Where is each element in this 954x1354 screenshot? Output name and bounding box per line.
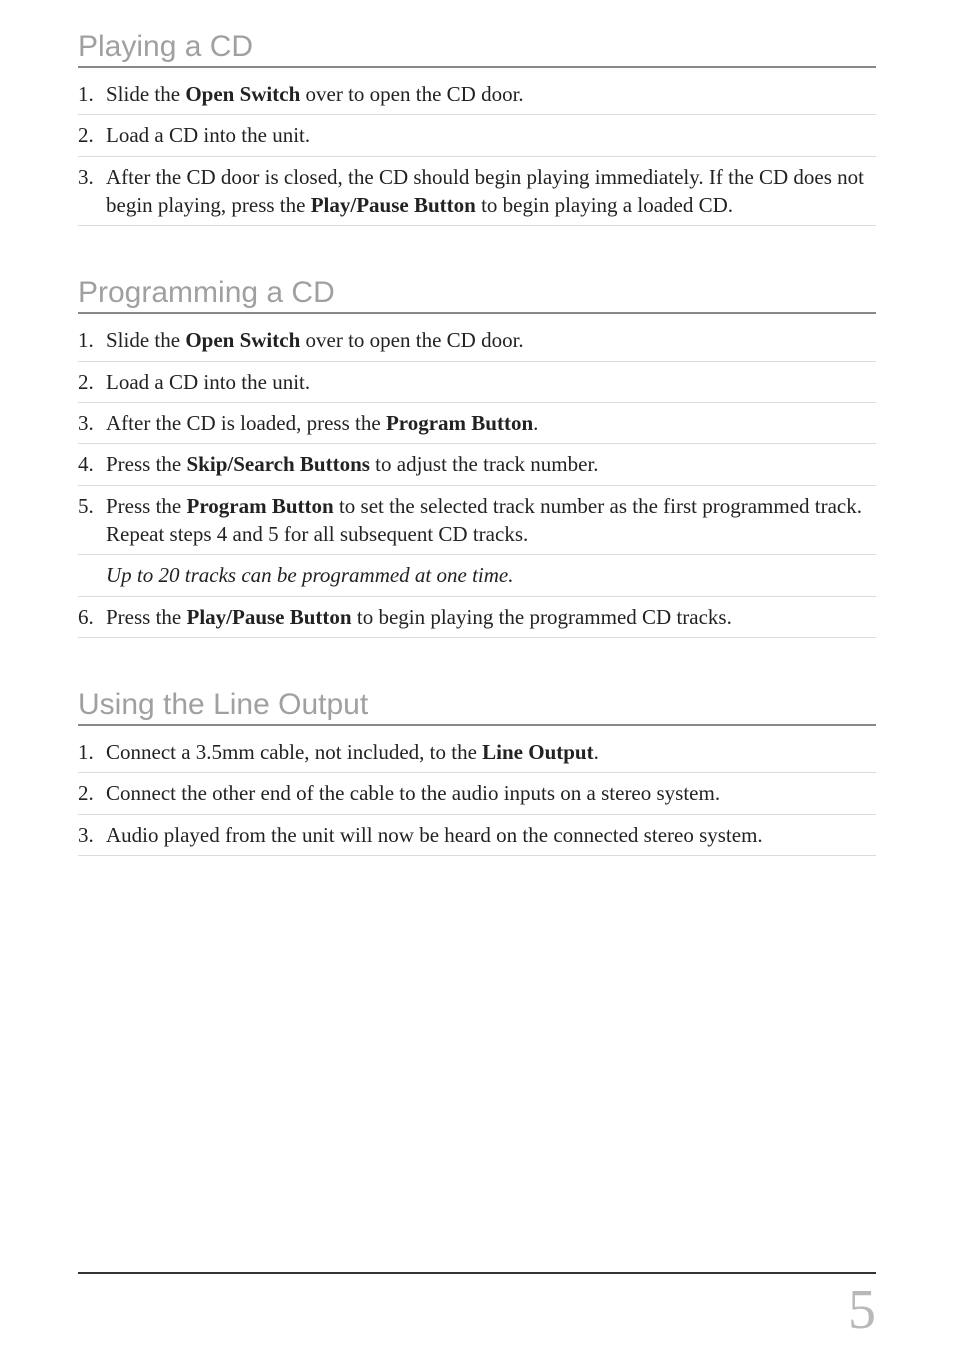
bold-term: Line Output bbox=[482, 740, 593, 764]
section: Using the Line Output Connect a 3.5mm cab… bbox=[78, 688, 876, 856]
text-run: . bbox=[594, 740, 599, 764]
section: Programming a CD Slide the Open Switch ov… bbox=[78, 276, 876, 638]
step-item: Load a CD into the unit. bbox=[78, 362, 876, 403]
bold-term: Program Button bbox=[187, 494, 334, 518]
text-run: over to open the CD door. bbox=[300, 328, 523, 352]
section: Playing a CD Slide the Open Switch over t… bbox=[78, 30, 876, 226]
step-item: Load a CD into the unit. bbox=[78, 115, 876, 156]
text-run: Audio played from the unit will now be h… bbox=[106, 823, 763, 847]
text-run: Connect a 3.5mm cable, not included, to … bbox=[106, 740, 482, 764]
step-item: Press the Program Button to set the sele… bbox=[78, 486, 876, 556]
text-run: Load a CD into the unit. bbox=[106, 370, 310, 394]
step-list: Slide the Open Switch over to open the C… bbox=[78, 74, 876, 226]
text-run: to adjust the track number. bbox=[370, 452, 599, 476]
text-run: over to open the CD door. bbox=[300, 82, 523, 106]
bold-term: Play/Pause Button bbox=[187, 605, 352, 629]
text-run: Slide the bbox=[106, 82, 185, 106]
page-number: 5 bbox=[848, 1278, 876, 1342]
bold-term: Program Button bbox=[386, 411, 533, 435]
step-list: Slide the Open Switch over to open the C… bbox=[78, 320, 876, 638]
bold-term: Skip/Search Buttons bbox=[187, 452, 370, 476]
step-item: Connect a 3.5mm cable, not included, to … bbox=[78, 732, 876, 773]
text-run: to begin playing a loaded CD. bbox=[476, 193, 733, 217]
step-item: Slide the Open Switch over to open the C… bbox=[78, 320, 876, 361]
note-row: Up to 20 tracks can be programmed at one… bbox=[78, 555, 876, 596]
text-run: Load a CD into the unit. bbox=[106, 123, 310, 147]
step-list: Connect a 3.5mm cable, not included, to … bbox=[78, 732, 876, 856]
step-item: After the CD is loaded, press the Progra… bbox=[78, 403, 876, 444]
text-run: After the CD is loaded, press the bbox=[106, 411, 386, 435]
bold-term: Open Switch bbox=[185, 82, 300, 106]
section-heading: Using the Line Output bbox=[78, 688, 876, 726]
step-item: After the CD door is closed, the CD shou… bbox=[78, 157, 876, 227]
text-run: . bbox=[533, 411, 538, 435]
text-run: Connect the other end of the cable to th… bbox=[106, 781, 720, 805]
text-run: Press the bbox=[106, 494, 187, 518]
text-run: Slide the bbox=[106, 328, 185, 352]
footer-rule bbox=[78, 1272, 876, 1274]
text-run: Press the bbox=[106, 452, 187, 476]
step-item: Audio played from the unit will now be h… bbox=[78, 815, 876, 856]
bold-term: Open Switch bbox=[185, 328, 300, 352]
step-item: Connect the other end of the cable to th… bbox=[78, 773, 876, 814]
step-item: Press the Play/Pause Button to begin pla… bbox=[78, 597, 876, 638]
step-item: Press the Skip/Search Buttons to adjust … bbox=[78, 444, 876, 485]
text-run: to begin playing the programmed CD track… bbox=[352, 605, 732, 629]
bold-term: Play/Pause Button bbox=[311, 193, 476, 217]
step-item: Slide the Open Switch over to open the C… bbox=[78, 74, 876, 115]
manual-page: Playing a CD Slide the Open Switch over t… bbox=[0, 0, 954, 1354]
text-run: Up to 20 tracks can be programmed at one… bbox=[106, 563, 514, 587]
section-heading: Programming a CD bbox=[78, 276, 876, 314]
section-heading: Playing a CD bbox=[78, 30, 876, 68]
text-run: Press the bbox=[106, 605, 187, 629]
